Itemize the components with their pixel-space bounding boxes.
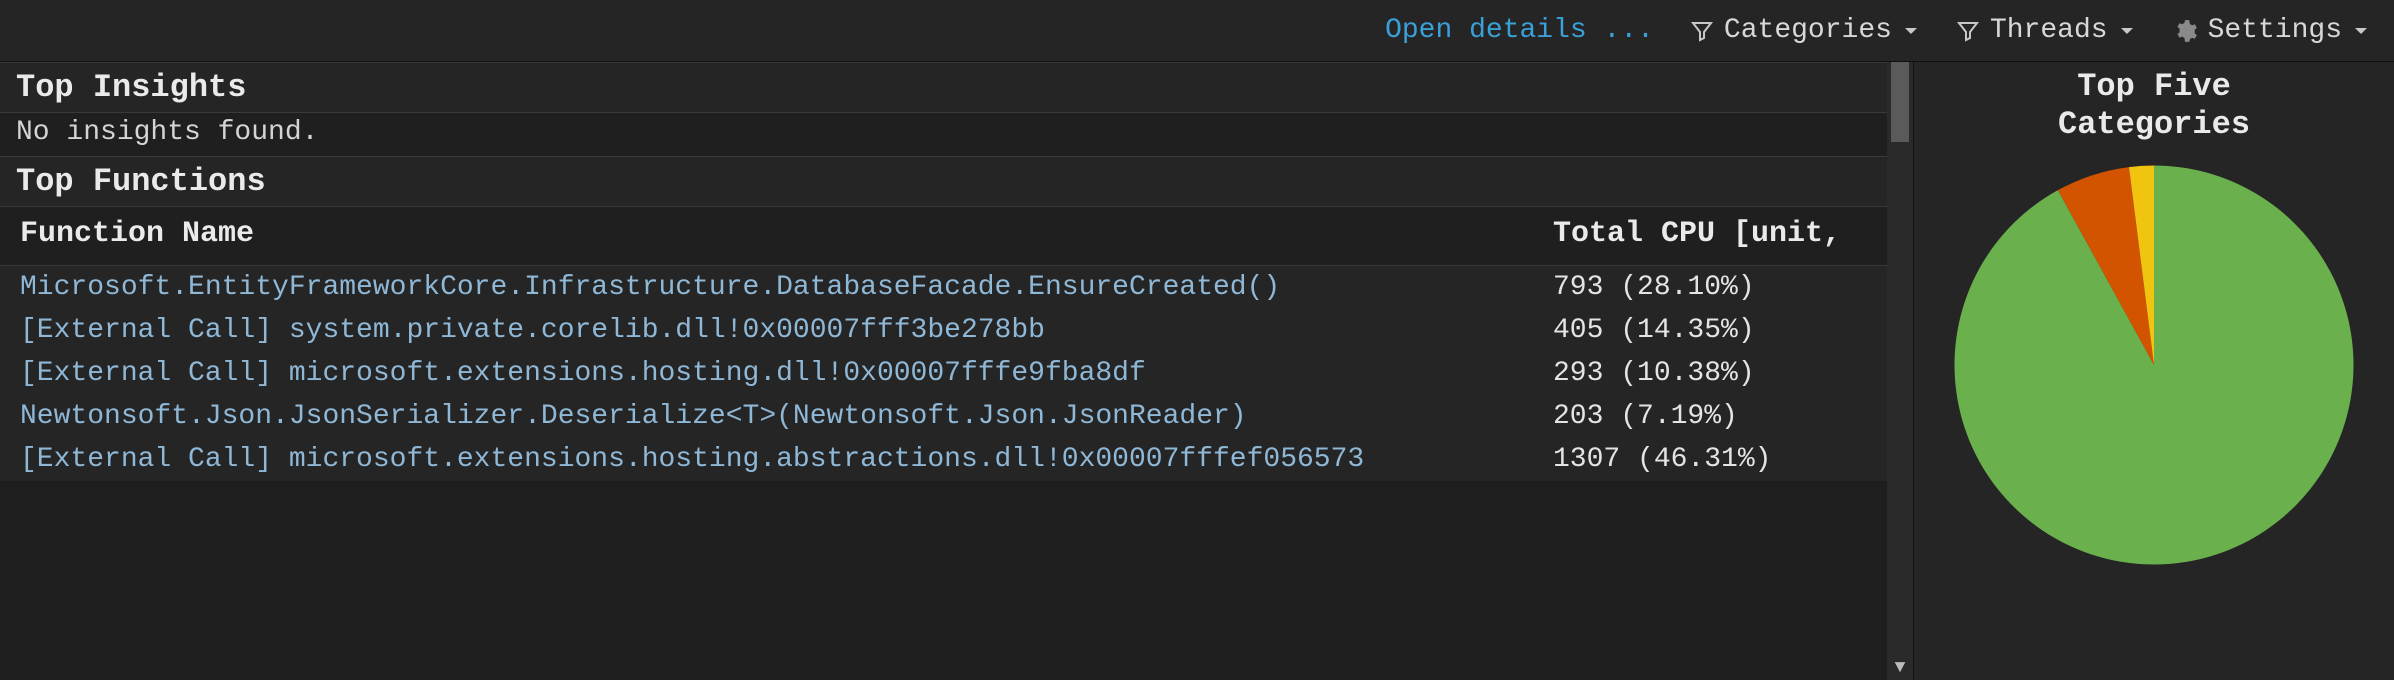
table-row[interactable]: Newtonsoft.Json.JsonSerializer.Deseriali… [0, 395, 1913, 438]
functions-table-header: Function Name Total CPU [unit, [0, 207, 1913, 266]
scroll-down-arrow[interactable]: ▼ [1887, 658, 1913, 678]
column-header-cpu[interactable]: Total CPU [unit, [1553, 217, 1893, 251]
top-insights-header: Top Insights [0, 62, 1913, 113]
threads-dropdown[interactable]: Threads [1956, 15, 2136, 46]
pie-title-line1: Top Five [2077, 68, 2231, 105]
settings-dropdown[interactable]: Settings [2172, 15, 2370, 46]
table-row[interactable]: Microsoft.EntityFrameworkCore.Infrastruc… [0, 266, 1913, 309]
function-name-link[interactable]: Microsoft.EntityFrameworkCore.Infrastruc… [20, 272, 1553, 303]
chevron-down-icon [2352, 22, 2370, 40]
function-name-link[interactable]: [External Call] microsoft.extensions.hos… [20, 358, 1553, 389]
pie-title-line2: Categories [2058, 106, 2250, 143]
function-name-link[interactable]: Newtonsoft.Json.JsonSerializer.Deseriali… [20, 401, 1553, 432]
functions-table: Function Name Total CPU [unit, Microsoft… [0, 207, 1913, 481]
categories-label: Categories [1724, 15, 1892, 46]
function-cpu-value: 793 (28.10%) [1553, 272, 1893, 303]
function-name-link[interactable]: [External Call] microsoft.extensions.hos… [20, 444, 1553, 475]
content-area: Top Insights No insights found. Top Func… [0, 62, 2394, 680]
function-cpu-value: 1307 (46.31%) [1553, 444, 1893, 475]
scroll-thumb[interactable] [1891, 62, 1909, 142]
function-name-link[interactable]: [External Call] system.private.corelib.d… [20, 315, 1553, 346]
column-header-name[interactable]: Function Name [20, 217, 1553, 251]
open-details-link[interactable]: Open details ... [1385, 15, 1654, 46]
gear-icon [2172, 18, 2198, 44]
function-cpu-value: 405 (14.35%) [1553, 315, 1893, 346]
categories-dropdown[interactable]: Categories [1690, 15, 1920, 46]
pie-chart-svg [1944, 155, 2364, 575]
pie-chart-title: Top Five Categories [2058, 68, 2250, 145]
settings-label: Settings [2208, 15, 2342, 46]
threads-label: Threads [1990, 15, 2108, 46]
vertical-scrollbar[interactable]: ▲ ▼ [1887, 62, 1913, 680]
insights-body: No insights found. [0, 113, 1913, 156]
table-row[interactable]: [External Call] microsoft.extensions.hos… [0, 438, 1913, 481]
filter-icon [1690, 19, 1714, 43]
top-functions-header: Top Functions [0, 156, 1913, 207]
function-cpu-value: 293 (10.38%) [1553, 358, 1893, 389]
functions-rows: Microsoft.EntityFrameworkCore.Infrastruc… [0, 266, 1913, 481]
pie-chart [1944, 155, 2364, 575]
right-panel: Top Five Categories [1914, 62, 2394, 680]
chevron-down-icon [1902, 22, 1920, 40]
filter-icon [1956, 19, 1980, 43]
toolbar: Open details ... Categories Threads Sett… [0, 0, 2394, 62]
chevron-down-icon [2118, 22, 2136, 40]
function-cpu-value: 203 (7.19%) [1553, 401, 1893, 432]
left-panel: Top Insights No insights found. Top Func… [0, 62, 1914, 680]
table-row[interactable]: [External Call] microsoft.extensions.hos… [0, 352, 1913, 395]
table-row[interactable]: [External Call] system.private.corelib.d… [0, 309, 1913, 352]
